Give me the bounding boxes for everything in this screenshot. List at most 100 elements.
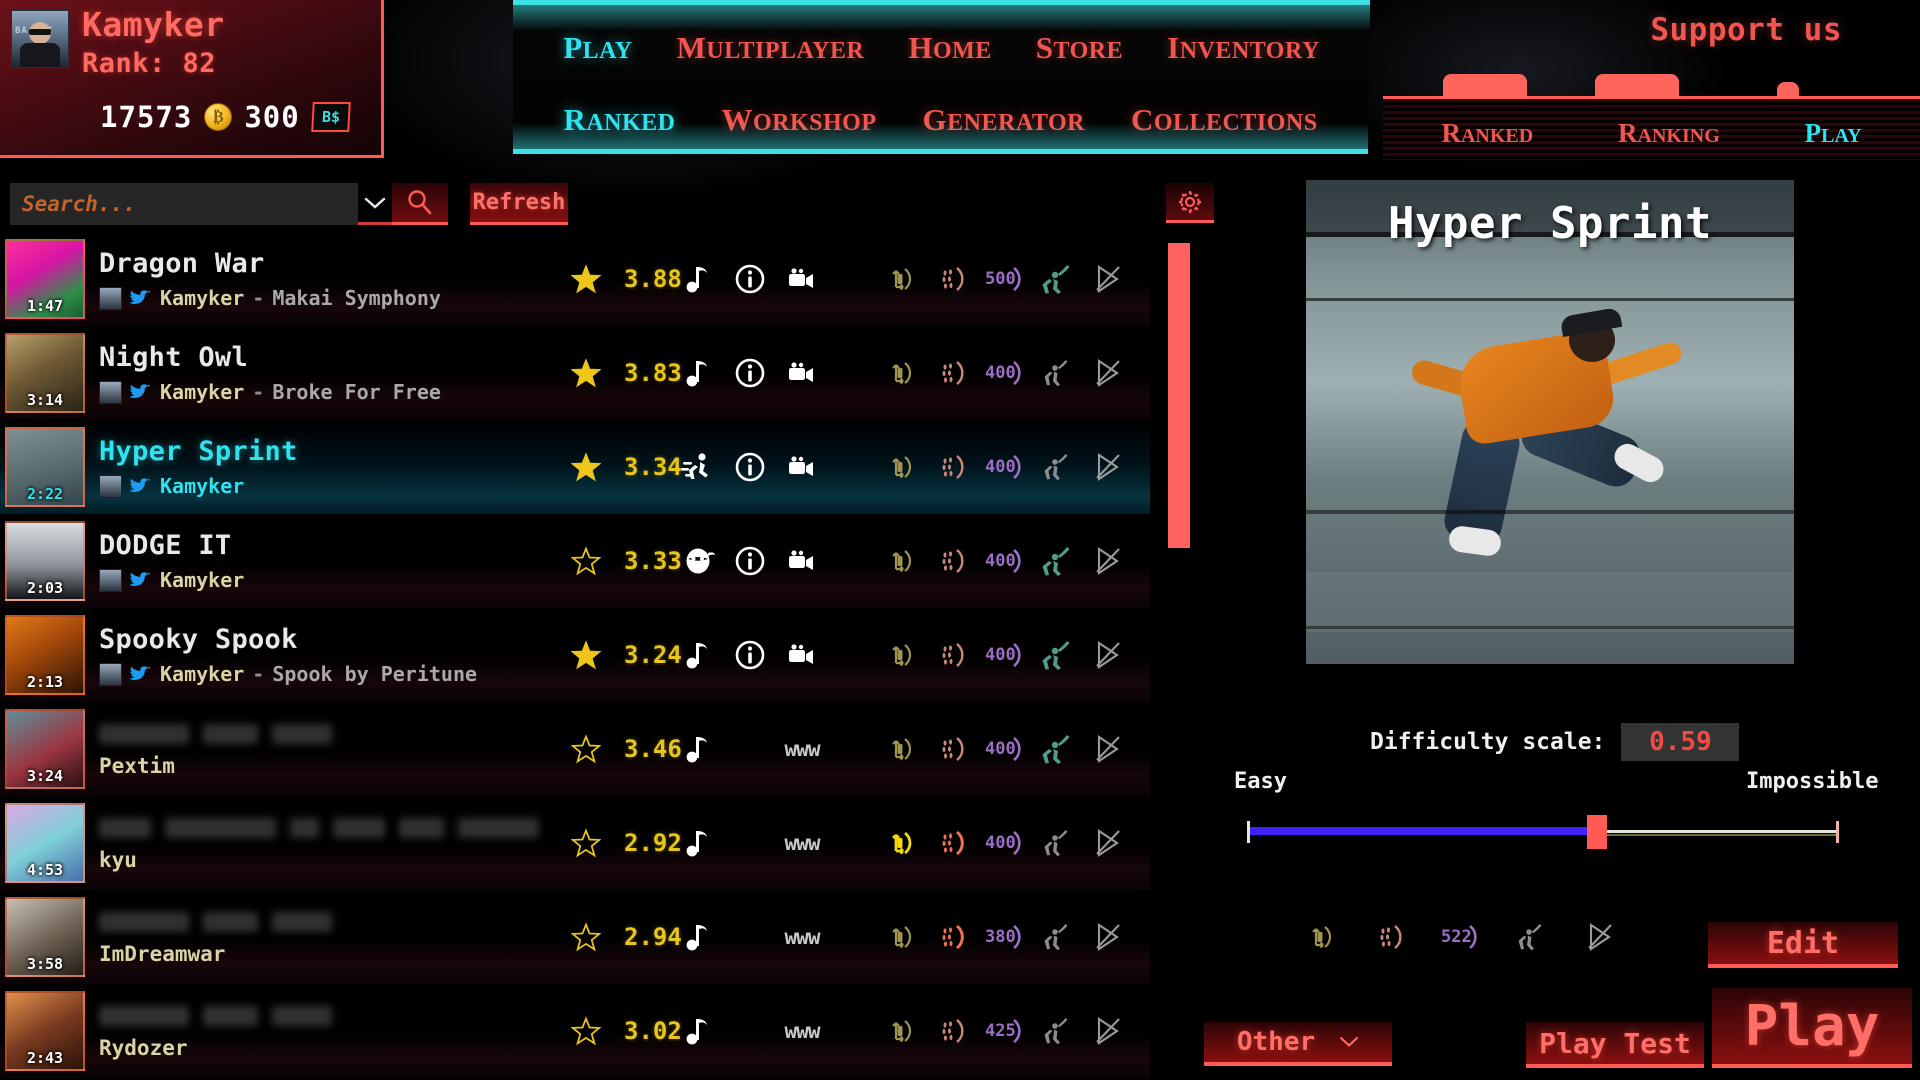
music-note-icon[interactable]	[672, 732, 724, 766]
video-camera-icon[interactable]	[776, 450, 828, 484]
star-rating-icon[interactable]	[560, 640, 612, 670]
song-list-scrollbar-track[interactable]	[1168, 243, 1190, 1078]
star-rating-icon[interactable]	[560, 1016, 612, 1046]
song-row[interactable]: 3:14 Night Owl Kamyker - Broke For Free 3.83 4…	[0, 326, 1150, 420]
dancer-icon[interactable]	[1030, 826, 1082, 860]
star-rating-icon[interactable]	[560, 922, 612, 952]
song-row[interactable]: 2:43 Rydozer 3.02 www 425	[0, 984, 1150, 1078]
song-row[interactable]: 4:53 kyu 2.92 www 400	[0, 796, 1150, 890]
refresh-button[interactable]: Refresh	[470, 183, 568, 225]
nav-item-ranked[interactable]: Ranked	[1441, 108, 1533, 152]
info-icon[interactable]	[724, 356, 776, 390]
song-rating[interactable]: 3.24	[560, 640, 682, 670]
rotation-box-icon[interactable]	[874, 262, 926, 296]
song-rating[interactable]: 3.83	[560, 358, 682, 388]
search-filter-dropdown-button[interactable]	[358, 183, 392, 225]
note-count-icon[interactable]: 500	[978, 262, 1030, 296]
music-note-icon[interactable]	[672, 920, 724, 954]
no-mirror-icon[interactable]	[1082, 920, 1134, 954]
song-row[interactable]: 1:47 Dragon War Kamyker - Makai Symphony 3.88…	[0, 232, 1150, 326]
note-count-icon[interactable]: 400	[978, 356, 1030, 390]
other-dropdown-button[interactable]: Other	[1204, 1022, 1392, 1066]
song-rating[interactable]: 3.88	[560, 264, 682, 294]
note-density-icon[interactable]	[926, 450, 978, 484]
difficulty-slider[interactable]	[1247, 815, 1839, 849]
note-count-icon[interactable]: 522	[1430, 920, 1490, 954]
no-mirror-icon[interactable]	[1082, 732, 1134, 766]
www-link-icon[interactable]: www	[776, 1019, 828, 1043]
song-rating[interactable]: 3.34	[560, 452, 682, 482]
www-link-icon[interactable]: www	[776, 737, 828, 761]
music-note-icon[interactable]	[672, 356, 724, 390]
nav-item-generator[interactable]: Generator	[923, 90, 1085, 141]
note-count-icon[interactable]: 400	[978, 826, 1030, 860]
rotation-box-icon[interactable]	[874, 544, 926, 578]
twitter-icon[interactable]	[130, 289, 152, 307]
song-author[interactable]: Kamyker	[160, 568, 244, 592]
song-rating[interactable]: 2.92	[560, 828, 682, 858]
song-row[interactable]: 2:13 Spooky Spook Kamyker - Spook by Peritun…	[0, 608, 1150, 702]
rotation-box-icon[interactable]	[874, 356, 926, 390]
www-link-icon[interactable]: www	[776, 925, 828, 949]
star-rating-icon[interactable]	[560, 546, 612, 576]
nav-item-workshop[interactable]: Workshop	[722, 90, 877, 141]
note-density-icon[interactable]	[926, 826, 978, 860]
runner-icon[interactable]	[672, 450, 724, 484]
note-count-icon[interactable]: 380	[978, 920, 1030, 954]
no-mirror-icon[interactable]	[1082, 450, 1134, 484]
song-rating[interactable]: 3.02	[560, 1016, 682, 1046]
song-row[interactable]: 3:58 ImDreamwar 2.94 www 380	[0, 890, 1150, 984]
no-mirror-icon[interactable]	[1082, 356, 1134, 390]
dancer-icon[interactable]	[1030, 356, 1082, 390]
search-button[interactable]	[392, 183, 448, 225]
twitter-icon[interactable]	[130, 665, 152, 683]
song-author[interactable]: Kamyker	[160, 474, 244, 498]
no-mirror-icon[interactable]	[1082, 544, 1134, 578]
note-density-icon[interactable]	[926, 544, 978, 578]
nav-item-collections[interactable]: Collections	[1131, 90, 1318, 141]
note-density-icon[interactable]	[926, 262, 978, 296]
rotation-box-icon[interactable]	[874, 638, 926, 672]
star-rating-icon[interactable]	[560, 828, 612, 858]
rotation-box-icon[interactable]	[1290, 920, 1350, 954]
no-mirror-icon[interactable]	[1082, 262, 1134, 296]
note-count-icon[interactable]: 425	[978, 1014, 1030, 1048]
video-camera-icon[interactable]	[776, 544, 828, 578]
song-row[interactable]: 3:24 Pextim 3.46 www 400	[0, 702, 1150, 796]
info-icon[interactable]	[724, 262, 776, 296]
note-count-icon[interactable]: 400	[978, 638, 1030, 672]
no-mirror-icon[interactable]	[1082, 826, 1134, 860]
music-note-icon[interactable]	[672, 262, 724, 296]
dancer-icon[interactable]	[1030, 638, 1082, 672]
info-icon[interactable]	[724, 544, 776, 578]
star-rating-icon[interactable]	[560, 452, 612, 482]
music-note-icon[interactable]	[672, 826, 724, 860]
video-camera-icon[interactable]	[776, 638, 828, 672]
nav-item-ranked[interactable]: Ranked	[563, 90, 675, 141]
no-mirror-icon[interactable]	[1082, 1014, 1134, 1048]
song-row[interactable]: 2:22 Hyper Sprint Kamyker 3.34 400	[0, 420, 1150, 514]
edit-button[interactable]: Edit	[1708, 922, 1898, 968]
nav-item-home[interactable]: Home	[908, 18, 991, 69]
slider-handle[interactable]	[1587, 815, 1607, 849]
rotation-box-icon[interactable]	[874, 920, 926, 954]
note-density-icon[interactable]	[926, 920, 978, 954]
nav-item-store[interactable]: Store	[1036, 18, 1123, 69]
song-rating[interactable]: 3.46	[560, 734, 682, 764]
rotation-box-icon[interactable]	[874, 450, 926, 484]
info-icon[interactable]	[724, 638, 776, 672]
song-rating[interactable]: 3.33	[560, 546, 682, 576]
star-rating-icon[interactable]	[560, 358, 612, 388]
info-icon[interactable]	[724, 450, 776, 484]
nav-item-play[interactable]: Play	[563, 18, 632, 69]
note-density-icon[interactable]	[1360, 920, 1420, 954]
rotation-box-icon[interactable]	[874, 732, 926, 766]
video-camera-icon[interactable]	[776, 262, 828, 296]
rotation-box-icon[interactable]	[874, 826, 926, 860]
video-camera-icon[interactable]	[776, 356, 828, 390]
nav-item-inventory[interactable]: Inventory	[1167, 18, 1320, 69]
search-input[interactable]	[10, 183, 358, 225]
note-count-icon[interactable]: 400	[978, 732, 1030, 766]
ninja-face-icon[interactable]	[672, 544, 724, 578]
twitter-icon[interactable]	[130, 383, 152, 401]
